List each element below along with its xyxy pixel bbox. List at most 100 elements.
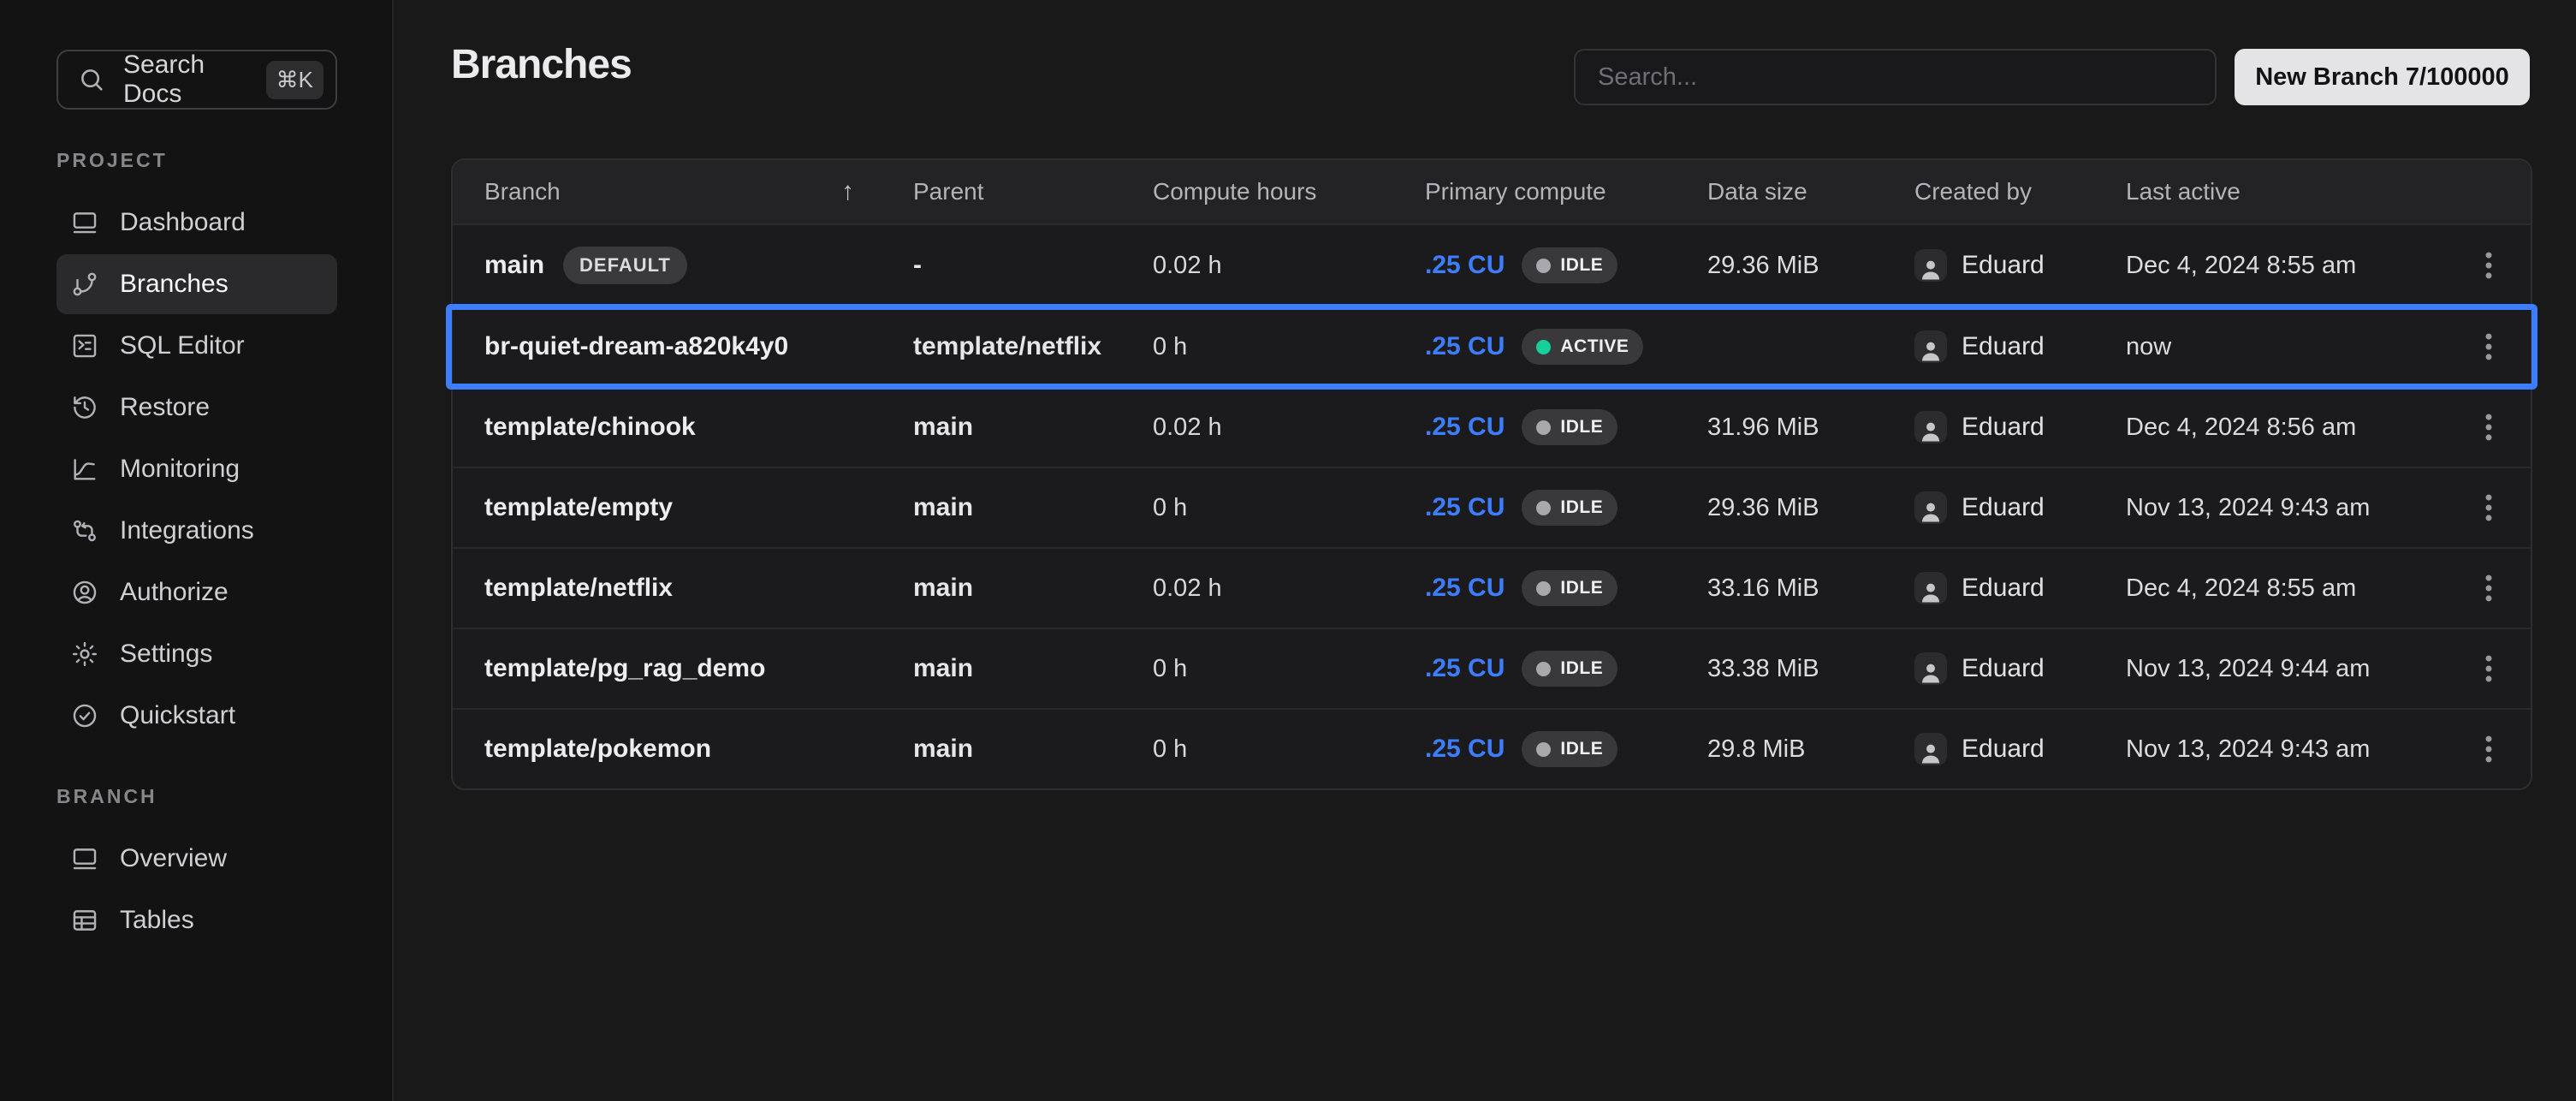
kebab-menu-icon (2470, 730, 2508, 768)
history-clock-icon (70, 393, 99, 422)
created-by-cell: Eduard (1914, 411, 2126, 443)
column-header-primary-compute[interactable]: Primary compute (1425, 178, 1707, 205)
sidebar-item-authorize[interactable]: Authorize (56, 562, 337, 622)
user-circle-icon (70, 578, 99, 607)
row-menu-button[interactable] (2447, 408, 2531, 446)
creator-name: Eduard (1962, 332, 2045, 361)
sidebar-item-sql-editor[interactable]: SQL Editor (56, 316, 337, 376)
sidebar-item-monitoring[interactable]: Monitoring (56, 439, 337, 499)
table-row[interactable]: template/pokemon main 0 h .25 CU IDLE 29… (453, 708, 2531, 789)
sidebar-item-label: Branches (120, 270, 229, 299)
last-active-cell: Nov 13, 2024 9:43 am (2126, 735, 2447, 764)
compute-units-value[interactable]: .25 CU (1425, 654, 1505, 683)
row-menu-button[interactable] (2447, 247, 2531, 284)
sidebar-item-label: Overview (120, 844, 227, 873)
column-header-data-size[interactable]: Data size (1707, 178, 1914, 205)
primary-compute-cell: .25 CU IDLE (1425, 731, 1707, 767)
branch-cell: template/empty (453, 493, 913, 522)
sidebar-item-branches[interactable]: Branches (56, 254, 337, 314)
status-dot-icon (1536, 742, 1551, 757)
sidebar-item-settings[interactable]: Settings (56, 624, 337, 684)
sort-ascending-icon[interactable]: ↑ (841, 177, 854, 206)
sidebar-item-label: Integrations (120, 516, 254, 545)
sidebar-item-label: Tables (120, 906, 194, 935)
avatar (1914, 249, 1947, 282)
status-dot-icon (1536, 501, 1551, 515)
sidebar-item-tables[interactable]: Tables (56, 890, 337, 950)
status-label: ACTIVE (1560, 336, 1629, 357)
branches-table: Branch Parent Compute hours Primary comp… (451, 158, 2532, 790)
last-active-cell: now (2126, 333, 2447, 361)
compute-hours-cell: 0.02 h (1153, 574, 1425, 603)
new-branch-button[interactable]: New Branch 7/100000 (2235, 49, 2530, 105)
row-menu-button[interactable] (2447, 489, 2531, 527)
sidebar-item-quickstart[interactable]: Quickstart (56, 686, 337, 746)
default-badge: DEFAULT (563, 247, 687, 284)
avatar (1914, 411, 1947, 443)
branch-section-label: BRANCH (56, 785, 365, 808)
table-row[interactable]: template/pg_rag_demo main 0 h .25 CU IDL… (453, 628, 2531, 708)
chart-line-icon (70, 455, 99, 484)
branch-name: template/netflix (484, 574, 673, 603)
table-row[interactable]: br-quiet-dream-a820k4y0 template/netflix… (453, 306, 2531, 386)
last-active-cell: Dec 4, 2024 8:55 am (2126, 252, 2447, 280)
compute-units-value[interactable]: .25 CU (1425, 332, 1505, 361)
compute-units-value[interactable]: .25 CU (1425, 735, 1505, 764)
data-size-cell: 29.8 MiB (1707, 735, 1914, 764)
parent-cell: template/netflix (913, 332, 1153, 361)
sidebar-item-label: SQL Editor (120, 331, 245, 360)
sidebar-item-overview[interactable]: Overview (56, 829, 337, 889)
gear-icon (70, 640, 99, 669)
column-header-last-active[interactable]: Last active (2126, 178, 2447, 205)
row-menu-button[interactable] (2447, 730, 2531, 768)
status-badge: IDLE (1522, 731, 1617, 767)
branch-name: main (484, 251, 544, 280)
branch-nav-list: Overview Tables (56, 829, 365, 950)
compute-units-value[interactable]: .25 CU (1425, 493, 1505, 522)
status-label: IDLE (1560, 658, 1603, 679)
data-size-cell: 29.36 MiB (1707, 494, 1914, 522)
compute-hours-cell: 0 h (1153, 655, 1425, 683)
compute-units-value[interactable]: .25 CU (1425, 251, 1505, 280)
created-by-cell: Eduard (1914, 249, 2126, 282)
sidebar-item-label: Monitoring (120, 455, 240, 484)
kebab-menu-icon (2470, 569, 2508, 607)
primary-compute-cell: .25 CU IDLE (1425, 247, 1707, 283)
sidebar-item-integrations[interactable]: Integrations (56, 501, 337, 561)
integrations-icon (70, 516, 99, 545)
status-label: IDLE (1560, 578, 1603, 598)
branch-cell: br-quiet-dream-a820k4y0 (453, 332, 913, 361)
created-by-cell: Eduard (1914, 572, 2126, 604)
last-active-cell: Nov 13, 2024 9:44 am (2126, 655, 2447, 683)
row-menu-button[interactable] (2447, 569, 2531, 607)
table-row[interactable]: template/chinook main 0.02 h .25 CU IDLE… (453, 386, 2531, 467)
avatar (1914, 330, 1947, 363)
column-header-created-by[interactable]: Created by (1914, 178, 2126, 205)
compute-units-value[interactable]: .25 CU (1425, 413, 1505, 442)
sidebar-item-label: Settings (120, 640, 212, 669)
table-row[interactable]: main DEFAULT - 0.02 h .25 CU IDLE 29.36 … (453, 225, 2531, 306)
table-row[interactable]: template/netflix main 0.02 h .25 CU IDLE… (453, 547, 2531, 628)
primary-compute-cell: .25 CU IDLE (1425, 651, 1707, 687)
sql-editor-icon (70, 331, 99, 360)
status-badge: IDLE (1522, 247, 1617, 283)
data-size-cell: 33.16 MiB (1707, 574, 1914, 603)
table-body: main DEFAULT - 0.02 h .25 CU IDLE 29.36 … (453, 225, 2531, 789)
column-header-parent[interactable]: Parent (913, 178, 1153, 205)
branch-search-input[interactable] (1574, 49, 2217, 105)
sidebar-item-label: Authorize (120, 578, 229, 607)
kebab-menu-icon (2470, 650, 2508, 687)
row-menu-button[interactable] (2447, 328, 2531, 366)
sidebar-item-dashboard[interactable]: Dashboard (56, 193, 337, 253)
kebab-menu-icon (2470, 489, 2508, 527)
compute-hours-cell: 0 h (1153, 735, 1425, 764)
table-row[interactable]: template/empty main 0 h .25 CU IDLE 29.3… (453, 467, 2531, 547)
column-header-compute-hours[interactable]: Compute hours (1153, 178, 1425, 205)
kebab-menu-icon (2470, 247, 2508, 284)
sidebar-item-restore[interactable]: Restore (56, 378, 337, 437)
search-docs-button[interactable]: Search Docs ⌘K (56, 50, 337, 110)
primary-compute-cell: .25 CU ACTIVE (1425, 329, 1707, 365)
branch-name: template/pokemon (484, 735, 711, 764)
compute-units-value[interactable]: .25 CU (1425, 574, 1505, 603)
row-menu-button[interactable] (2447, 650, 2531, 687)
